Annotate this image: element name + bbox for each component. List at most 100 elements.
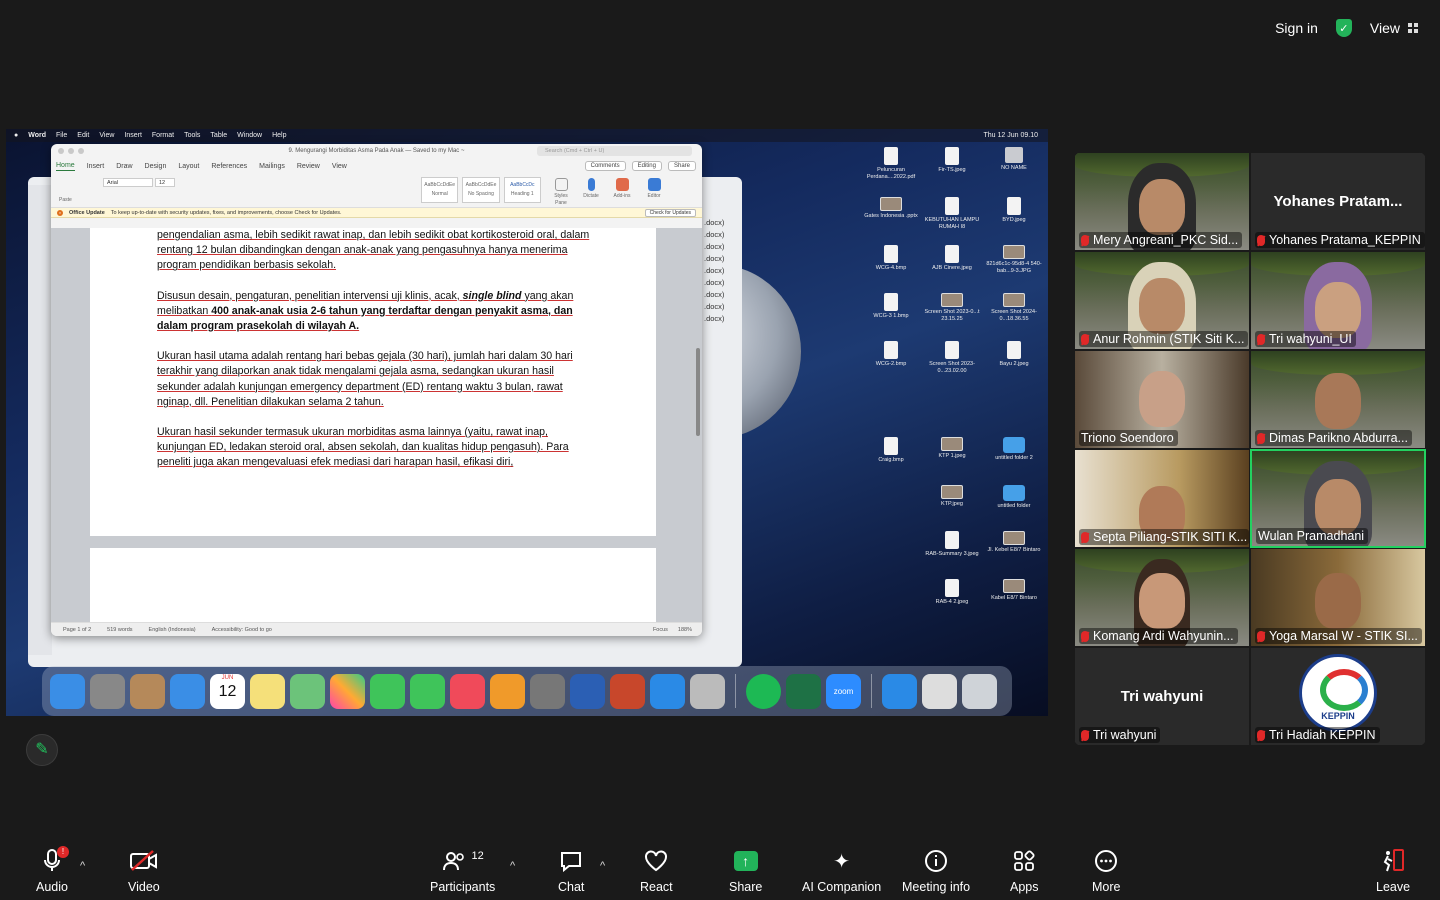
shared-screen[interactable]: ● Word File Edit View Insert Format Tool…: [6, 129, 1048, 716]
folder-icon[interactable]: untitled folder 2: [986, 437, 1042, 462]
view-button[interactable]: View: [1370, 20, 1418, 36]
powerpoint-icon[interactable]: [610, 673, 645, 709]
tab-references[interactable]: References: [211, 163, 247, 170]
safari-icon[interactable]: [650, 673, 685, 709]
share-screen-button[interactable]: ↑ Share: [729, 848, 762, 894]
style-normal[interactable]: AaBbCcDdEe Normal: [421, 177, 459, 203]
desktop-icon[interactable]: KEBUTUHAN LAMPU RUMAH I8: [924, 197, 980, 231]
sign-in-button[interactable]: Sign in: [1275, 20, 1318, 36]
tab-view[interactable]: View: [332, 163, 347, 170]
tab-review[interactable]: Review: [297, 163, 320, 170]
annotate-pen-button[interactable]: ✎: [26, 734, 58, 766]
styles-gallery[interactable]: AaBbCcDdEe Normal AaBbCcDdEe No Spacing Aa…: [421, 177, 541, 203]
close-icon[interactable]: ×: [57, 209, 63, 216]
desktop-icon[interactable]: RAB-Summary 3.jpeg: [924, 531, 980, 558]
documents-icon[interactable]: [922, 673, 957, 709]
dictate-button[interactable]: Dictate: [578, 178, 604, 200]
paragraph-4[interactable]: Ukuran hasil sekunder termasuk ukuran mo…: [157, 425, 597, 471]
folder-icon[interactable]: untitled folder: [986, 485, 1042, 510]
zoom-app-icon[interactable]: zoom: [826, 673, 861, 709]
comments-button[interactable]: Comments: [584, 161, 626, 171]
react-button[interactable]: React: [640, 848, 673, 894]
participant-tile[interactable]: Komang Ardi Wahyunin...: [1074, 548, 1250, 647]
tab-design[interactable]: Design: [145, 163, 167, 170]
participant-tile[interactable]: Tri wahyuni_UI: [1250, 251, 1426, 350]
paragraph-1[interactable]: pengendalian asma, lebih sedikit rawat i…: [157, 228, 597, 274]
styles-pane-button[interactable]: Styles Pane: [548, 178, 574, 207]
maps-icon[interactable]: [290, 673, 325, 709]
desktop-icon[interactable]: WCG-2.bmp: [863, 341, 919, 368]
desktop-icon[interactable]: WCG-3 1.bmp: [863, 293, 919, 320]
participant-tile[interactable]: Dimas Parikno Abdurra...: [1250, 350, 1426, 449]
notes-icon[interactable]: [250, 673, 285, 709]
music-icon[interactable]: [450, 673, 485, 709]
leave-button[interactable]: Leave: [1376, 848, 1410, 894]
desktop-icon[interactable]: Fir-TS.jpeg: [924, 147, 980, 174]
meeting-info-button[interactable]: Meeting info: [902, 848, 970, 894]
participant-tile[interactable]: Mery Angreani_PKC Sid...: [1074, 152, 1250, 251]
word-count[interactable]: 519 words: [107, 627, 132, 633]
zoom-level[interactable]: 188%: [678, 627, 692, 633]
desktop-icon[interactable]: Screen Shot 2023-0...23.02.00: [924, 341, 980, 375]
preview-icon[interactable]: [690, 673, 725, 709]
desktop-icon[interactable]: Jl. Kebel E8/7 Bintaro: [986, 531, 1042, 554]
desktop-icon[interactable]: KTP 1.jpeg: [924, 437, 980, 460]
editor-button[interactable]: Editor: [641, 178, 667, 200]
participant-tile[interactable]: Triono Soendoro: [1074, 350, 1250, 449]
word-search-input[interactable]: Search (Cmd + Ctrl + U): [537, 146, 692, 156]
vertical-scrollbar[interactable]: [696, 348, 700, 436]
shield-check-icon[interactable]: ✓: [1335, 19, 1352, 37]
audio-button[interactable]: ! Audio: [36, 846, 69, 894]
tab-draw[interactable]: Draw: [116, 163, 132, 170]
paragraph-2[interactable]: Disusun desain, pengaturan, penelitian i…: [157, 289, 597, 335]
spotify-icon[interactable]: [746, 673, 781, 709]
desktop-icon[interactable]: BYD.jpeg: [986, 197, 1042, 224]
font-family-select[interactable]: Arial: [103, 178, 153, 187]
desktop-icon[interactable]: NO NAME: [986, 147, 1042, 172]
font-size-select[interactable]: 12: [155, 178, 175, 187]
photos-icon[interactable]: [330, 673, 365, 709]
word-app-icon[interactable]: [570, 673, 605, 709]
desktop-icon[interactable]: Gates Indonesia .pptx: [863, 197, 919, 220]
participant-tile-active-speaker[interactable]: Wulan Pramadhani: [1250, 449, 1426, 548]
desktop-icon[interactable]: WCG-4.bmp: [863, 245, 919, 272]
language-status[interactable]: English (Indonesia): [149, 627, 196, 633]
audio-options-caret[interactable]: ^: [80, 860, 85, 872]
desktop-icon[interactable]: Bayu 2.jpeg: [986, 341, 1042, 368]
chat-options-caret[interactable]: ^: [600, 860, 605, 872]
messages-icon[interactable]: [370, 673, 405, 709]
app-store-icon[interactable]: [882, 673, 917, 709]
settings-icon[interactable]: [530, 673, 565, 709]
launchpad-icon[interactable]: [90, 673, 125, 709]
chat-button[interactable]: Chat: [558, 848, 584, 894]
calendar-icon[interactable]: JUN 12: [210, 673, 245, 709]
tab-home[interactable]: Home: [56, 162, 75, 171]
contacts-icon[interactable]: [130, 673, 165, 709]
trash-icon[interactable]: [962, 673, 997, 709]
desktop-icon[interactable]: 821d6c1c-95d8-4 540-bab...9-3.JPG: [986, 245, 1042, 275]
participant-tile[interactable]: Yohanes Pratam... Yohanes Pratama_KEPPIN: [1250, 152, 1426, 251]
desktop-icon[interactable]: Kabel E8/7 Bintaro: [986, 579, 1042, 602]
participants-options-caret[interactable]: ^: [510, 860, 515, 872]
ai-companion-button[interactable]: ✦ AI Companion: [802, 848, 881, 895]
participant-tile[interactable]: Tri wahyuni Tri wahyuni: [1074, 647, 1250, 746]
desktop-icon[interactable]: Craig.bmp: [863, 437, 919, 464]
excel-icon[interactable]: [786, 673, 821, 709]
more-button[interactable]: More: [1092, 848, 1120, 894]
desktop-icon[interactable]: Peluncuran Perdana....2022.pdf: [863, 147, 919, 181]
participant-tile[interactable]: KEPPIN Tri Hadiah KEPPIN: [1250, 647, 1426, 746]
style-heading-1[interactable]: AaBbCcDc Heading 1: [503, 177, 541, 203]
participants-button[interactable]: 12 Participants: [430, 848, 495, 894]
desktop-icon[interactable]: AJB Cinere.jpeg: [924, 245, 980, 272]
page-count[interactable]: Page 1 of 2: [63, 627, 91, 633]
editing-button[interactable]: Editing: [631, 161, 662, 171]
window-controls[interactable]: [58, 148, 84, 154]
document-body[interactable]: pengendalian asma, lebih sedikit rawat i…: [157, 228, 597, 471]
desktop-icon[interactable]: KTP.jpeg: [924, 485, 980, 508]
accessibility-status[interactable]: Accessibility: Good to go: [212, 627, 272, 633]
paste-button[interactable]: Paste: [59, 197, 72, 203]
finder-icon[interactable]: [50, 673, 85, 709]
focus-button[interactable]: Focus: [653, 627, 668, 633]
add-ins-button[interactable]: Add-ins: [609, 178, 635, 200]
word-share-button[interactable]: Share: [667, 161, 696, 171]
